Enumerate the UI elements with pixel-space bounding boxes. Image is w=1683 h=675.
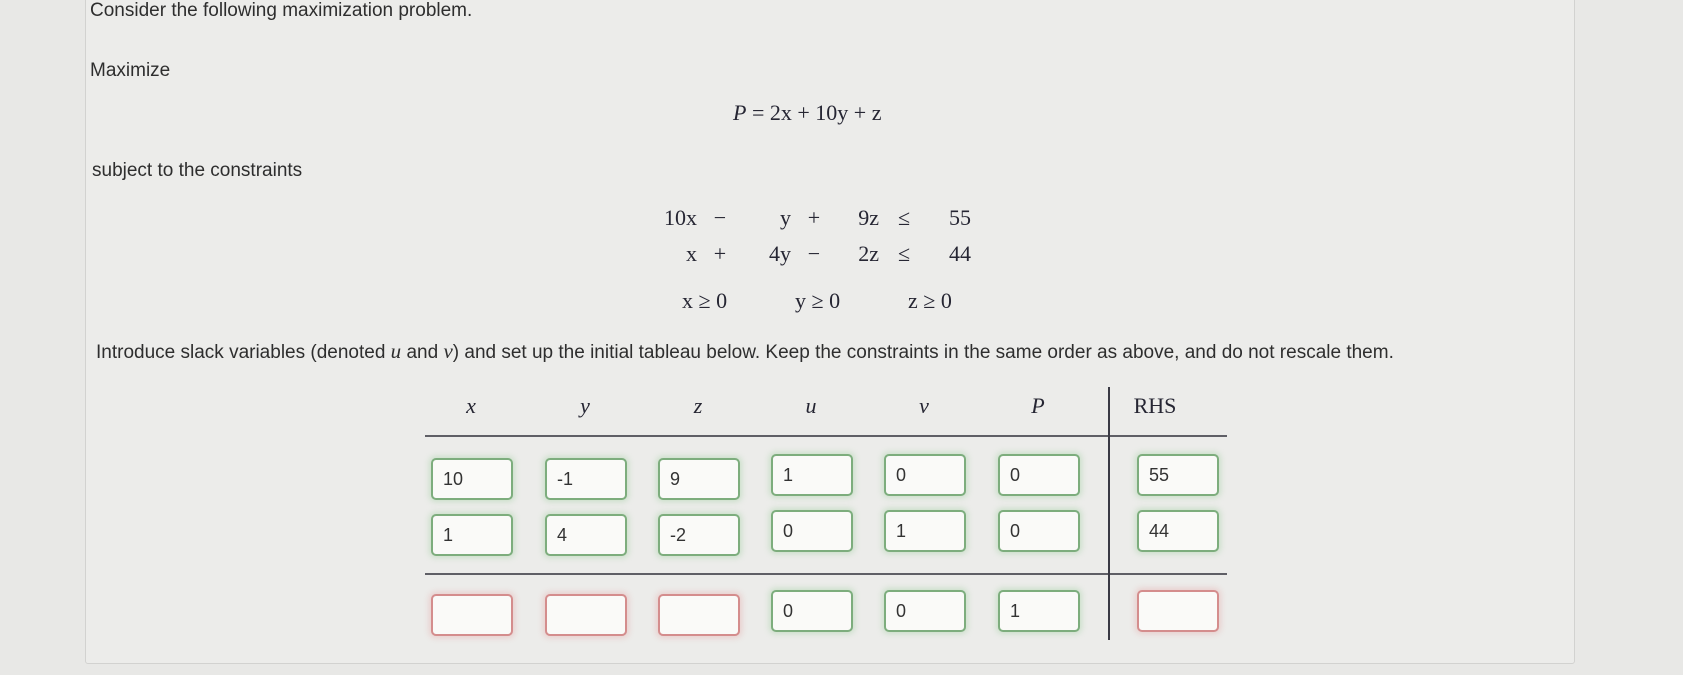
tableau-cell-r1-y[interactable]: [545, 458, 627, 500]
tableau-cell-r2-z[interactable]: [658, 514, 740, 556]
constraint-row: x + 4y − 2z ≤ 44: [655, 236, 971, 272]
tableau-cell-r1-u[interactable]: [771, 454, 853, 496]
header-z: z: [693, 393, 703, 418]
constraint-term: 10x: [664, 205, 697, 230]
subject-to-label: subject to the constraints: [92, 160, 303, 181]
constraint-term: y: [780, 205, 791, 230]
maximize-label: Maximize: [90, 60, 171, 81]
constraint-rhs: 44: [949, 241, 971, 266]
plus-sign: +: [853, 100, 867, 125]
header-v: v: [919, 393, 929, 418]
objective-lhs: P: [733, 100, 747, 125]
tableau-cell-r1-p[interactable]: [998, 454, 1080, 496]
tableau-cell-r3-v[interactable]: [884, 590, 966, 632]
tableau-cell-r3-p[interactable]: [998, 590, 1080, 632]
tableau-cell-r1-x[interactable]: [431, 458, 513, 500]
constraint-operator: +: [807, 205, 821, 230]
constraint-operator: −: [807, 241, 821, 266]
instruction-text: Introduce slack variables (denoted u and…: [96, 339, 1394, 364]
tableau-cell-r3-rhs[interactable]: [1137, 590, 1219, 632]
equals-sign: =: [751, 100, 765, 125]
slack-var-u: u: [390, 339, 402, 363]
tableau-cell-r3-y[interactable]: [545, 594, 627, 636]
constraint-row: 10x − y + 9z ≤ 55: [655, 200, 971, 236]
constraint-term: 2z: [858, 241, 879, 266]
constraints-table: 10x − y + 9z ≤ 55 x + 4y − 2z ≤ 44: [655, 200, 971, 272]
tableau-cell-r1-z[interactable]: [658, 458, 740, 500]
header-divider: [425, 435, 1227, 437]
header-rhs: RHS: [1133, 393, 1177, 418]
nonneg-y: y ≥ 0: [795, 288, 841, 313]
nonneg-x: x ≥ 0: [682, 288, 728, 313]
constraint-term: 9z: [858, 205, 879, 230]
slack-var-v: v: [443, 339, 453, 363]
instruction-part: ) and set up the initial tableau below. …: [452, 342, 1394, 363]
objective-term-3: z: [871, 100, 882, 125]
tableau-cell-r2-v[interactable]: [884, 510, 966, 552]
constraint-operator: +: [713, 241, 727, 266]
header-y: y: [580, 393, 590, 418]
objective-term-1: 2x: [769, 100, 792, 125]
header-x: x: [466, 393, 476, 418]
instruction-part: and: [401, 342, 444, 363]
instruction-part: Introduce slack variables (denoted: [96, 342, 391, 363]
tableau-cell-r1-v[interactable]: [884, 454, 966, 496]
tableau-cell-r2-y[interactable]: [545, 514, 627, 556]
constraint-term: x: [686, 241, 697, 266]
header-u: u: [805, 393, 817, 418]
plus-sign: +: [797, 100, 810, 125]
tableau-cell-r2-x[interactable]: [431, 514, 513, 556]
objective-term-2: 10y: [815, 100, 849, 125]
tableau-cell-r2-p[interactable]: [998, 510, 1080, 552]
tableau-cell-r1-rhs[interactable]: [1137, 454, 1219, 496]
tableau-cell-r2-rhs[interactable]: [1137, 510, 1219, 552]
nonneg-z: z ≥ 0: [908, 288, 952, 313]
constraint-term: 4y: [769, 241, 791, 266]
constraint-operator: −: [713, 205, 727, 230]
constraint-relation: ≤: [897, 205, 911, 230]
intro-text: Consider the following maximization prob…: [90, 0, 473, 21]
rhs-divider: [1108, 387, 1110, 640]
constraint-relation: ≤: [897, 241, 911, 266]
header-p: P: [1031, 393, 1045, 418]
tableau-cell-r3-x[interactable]: [431, 594, 513, 636]
tableau-cell-r3-z[interactable]: [658, 594, 740, 636]
objective-function: P = 2x + 10y + z: [733, 100, 881, 126]
objective-row-divider: [425, 573, 1227, 575]
tableau-cell-r2-u[interactable]: [771, 510, 853, 552]
constraint-rhs: 55: [949, 205, 971, 230]
tableau-cell-r3-u[interactable]: [771, 590, 853, 632]
